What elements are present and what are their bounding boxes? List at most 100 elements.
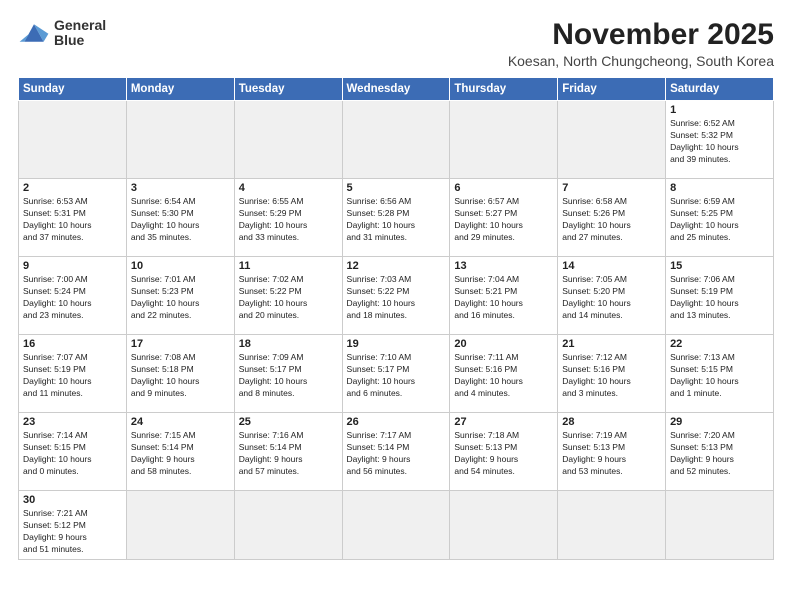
day-number: 11: [239, 260, 338, 272]
title-block: November 2025 Koesan, North Chungcheong,…: [508, 18, 774, 69]
header: General Blue November 2025 Koesan, North…: [18, 18, 774, 69]
page: General Blue November 2025 Koesan, North…: [0, 0, 792, 612]
calendar-cell: 15 Sunrise: 7:06 AM Sunset: 5:19 PM Dayli…: [666, 257, 774, 335]
month-title: November 2025: [508, 18, 774, 51]
day-number: 17: [131, 338, 230, 350]
day-number: 22: [670, 338, 769, 350]
day-info: Sunrise: 7:21 AM Sunset: 5:12 PM Dayligh…: [23, 508, 122, 556]
day-info: Sunrise: 7:07 AM Sunset: 5:19 PM Dayligh…: [23, 352, 122, 400]
calendar-cell: 4 Sunrise: 6:55 AM Sunset: 5:29 PM Daylig…: [234, 179, 342, 257]
logo-general: General: [54, 17, 106, 33]
day-info: Sunrise: 7:10 AM Sunset: 5:17 PM Dayligh…: [347, 352, 446, 400]
calendar-cell: [450, 101, 558, 179]
day-header-friday: Friday: [558, 78, 666, 101]
calendar-week-row: 16 Sunrise: 7:07 AM Sunset: 5:19 PM Dayli…: [19, 335, 774, 413]
calendar-cell: 14 Sunrise: 7:05 AM Sunset: 5:20 PM Dayli…: [558, 257, 666, 335]
day-info: Sunrise: 6:53 AM Sunset: 5:31 PM Dayligh…: [23, 196, 122, 244]
day-number: 2: [23, 182, 122, 194]
day-header-monday: Monday: [126, 78, 234, 101]
calendar-week-row: 9Sunrise: 7:00 AM Sunset: 5:24 PM Daylig…: [19, 257, 774, 335]
day-number: 3: [131, 182, 230, 194]
calendar-cell: 18 Sunrise: 7:09 AM Sunset: 5:17 PM Dayli…: [234, 335, 342, 413]
calendar-cell: 8 Sunrise: 6:59 AM Sunset: 5:25 PM Daylig…: [666, 179, 774, 257]
day-info: Sunrise: 7:05 AM Sunset: 5:20 PM Dayligh…: [562, 274, 661, 322]
day-header-sunday: Sunday: [19, 78, 127, 101]
day-number: 8: [670, 182, 769, 194]
calendar-cell: 11 Sunrise: 7:02 AM Sunset: 5:22 PM Dayli…: [234, 257, 342, 335]
day-number: 23: [23, 416, 122, 428]
calendar-cell: 6 Sunrise: 6:57 AM Sunset: 5:27 PM Daylig…: [450, 179, 558, 257]
calendar-cell: 1 Sunrise: 6:52 AM Sunset: 5:32 PM Daylig…: [666, 101, 774, 179]
day-info: Sunrise: 7:03 AM Sunset: 5:22 PM Dayligh…: [347, 274, 446, 322]
day-info: Sunrise: 6:52 AM Sunset: 5:32 PM Dayligh…: [670, 118, 769, 166]
calendar-cell: [19, 101, 127, 179]
day-number: 28: [562, 416, 661, 428]
calendar-cell: 22Sunrise: 7:13 AM Sunset: 5:15 PM Dayli…: [666, 335, 774, 413]
day-number: 29: [670, 416, 769, 428]
day-number: 13: [454, 260, 553, 272]
day-info: Sunrise: 7:08 AM Sunset: 5:18 PM Dayligh…: [131, 352, 230, 400]
logo: General Blue: [18, 18, 106, 49]
day-number: 10: [131, 260, 230, 272]
logo-blue: Blue: [54, 32, 84, 48]
logo-icon: [18, 19, 50, 47]
day-number: 12: [347, 260, 446, 272]
logo-text: General Blue: [54, 18, 106, 49]
day-info: Sunrise: 7:14 AM Sunset: 5:15 PM Dayligh…: [23, 430, 122, 478]
day-number: 16: [23, 338, 122, 350]
day-number: 4: [239, 182, 338, 194]
day-info: Sunrise: 7:02 AM Sunset: 5:22 PM Dayligh…: [239, 274, 338, 322]
day-number: 14: [562, 260, 661, 272]
calendar-header-row: SundayMondayTuesdayWednesdayThursdayFrid…: [19, 78, 774, 101]
day-number: 20: [454, 338, 553, 350]
calendar-cell: [342, 101, 450, 179]
calendar-cell: 30Sunrise: 7:21 AM Sunset: 5:12 PM Dayli…: [19, 491, 127, 560]
calendar-week-row: 30Sunrise: 7:21 AM Sunset: 5:12 PM Dayli…: [19, 491, 774, 560]
day-number: 25: [239, 416, 338, 428]
day-info: Sunrise: 6:59 AM Sunset: 5:25 PM Dayligh…: [670, 196, 769, 244]
day-info: Sunrise: 7:06 AM Sunset: 5:19 PM Dayligh…: [670, 274, 769, 322]
day-info: Sunrise: 6:58 AM Sunset: 5:26 PM Dayligh…: [562, 196, 661, 244]
day-info: Sunrise: 7:11 AM Sunset: 5:16 PM Dayligh…: [454, 352, 553, 400]
day-number: 21: [562, 338, 661, 350]
day-info: Sunrise: 7:19 AM Sunset: 5:13 PM Dayligh…: [562, 430, 661, 478]
day-number: 5: [347, 182, 446, 194]
day-number: 26: [347, 416, 446, 428]
day-info: Sunrise: 6:55 AM Sunset: 5:29 PM Dayligh…: [239, 196, 338, 244]
day-number: 1: [670, 104, 769, 116]
day-header-wednesday: Wednesday: [342, 78, 450, 101]
day-number: 19: [347, 338, 446, 350]
calendar-cell: 27Sunrise: 7:18 AM Sunset: 5:13 PM Dayli…: [450, 413, 558, 491]
day-info: Sunrise: 6:56 AM Sunset: 5:28 PM Dayligh…: [347, 196, 446, 244]
day-info: Sunrise: 7:04 AM Sunset: 5:21 PM Dayligh…: [454, 274, 553, 322]
day-number: 7: [562, 182, 661, 194]
calendar-cell: [234, 491, 342, 560]
calendar-cell: 23 Sunrise: 7:14 AM Sunset: 5:15 PM Dayli…: [19, 413, 127, 491]
calendar-cell: [558, 101, 666, 179]
calendar-week-row: 2 Sunrise: 6:53 AM Sunset: 5:31 PM Daylig…: [19, 179, 774, 257]
calendar-cell: 12 Sunrise: 7:03 AM Sunset: 5:22 PM Dayli…: [342, 257, 450, 335]
day-number: 6: [454, 182, 553, 194]
calendar-cell: [234, 101, 342, 179]
calendar-cell: 5 Sunrise: 6:56 AM Sunset: 5:28 PM Daylig…: [342, 179, 450, 257]
calendar-cell: [666, 491, 774, 560]
calendar-cell: 26Sunrise: 7:17 AM Sunset: 5:14 PM Dayli…: [342, 413, 450, 491]
day-number: 18: [239, 338, 338, 350]
calendar-cell: 25 Sunrise: 7:16 AM Sunset: 5:14 PM Dayli…: [234, 413, 342, 491]
calendar-cell: 10Sunrise: 7:01 AM Sunset: 5:23 PM Dayli…: [126, 257, 234, 335]
calendar-cell: 16 Sunrise: 7:07 AM Sunset: 5:19 PM Dayli…: [19, 335, 127, 413]
day-info: Sunrise: 7:09 AM Sunset: 5:17 PM Dayligh…: [239, 352, 338, 400]
calendar-cell: [342, 491, 450, 560]
day-number: 24: [131, 416, 230, 428]
day-number: 15: [670, 260, 769, 272]
day-info: Sunrise: 7:16 AM Sunset: 5:14 PM Dayligh…: [239, 430, 338, 478]
calendar-cell: 21Sunrise: 7:12 AM Sunset: 5:16 PM Dayli…: [558, 335, 666, 413]
day-info: Sunrise: 6:57 AM Sunset: 5:27 PM Dayligh…: [454, 196, 553, 244]
calendar: SundayMondayTuesdayWednesdayThursdayFrid…: [18, 77, 774, 560]
calendar-cell: 9Sunrise: 7:00 AM Sunset: 5:24 PM Daylig…: [19, 257, 127, 335]
day-number: 9: [23, 260, 122, 272]
calendar-cell: 3Sunrise: 6:54 AM Sunset: 5:30 PM Daylig…: [126, 179, 234, 257]
calendar-cell: 28 Sunrise: 7:19 AM Sunset: 5:13 PM Dayli…: [558, 413, 666, 491]
calendar-cell: 13 Sunrise: 7:04 AM Sunset: 5:21 PM Dayli…: [450, 257, 558, 335]
calendar-cell: 24Sunrise: 7:15 AM Sunset: 5:14 PM Dayli…: [126, 413, 234, 491]
